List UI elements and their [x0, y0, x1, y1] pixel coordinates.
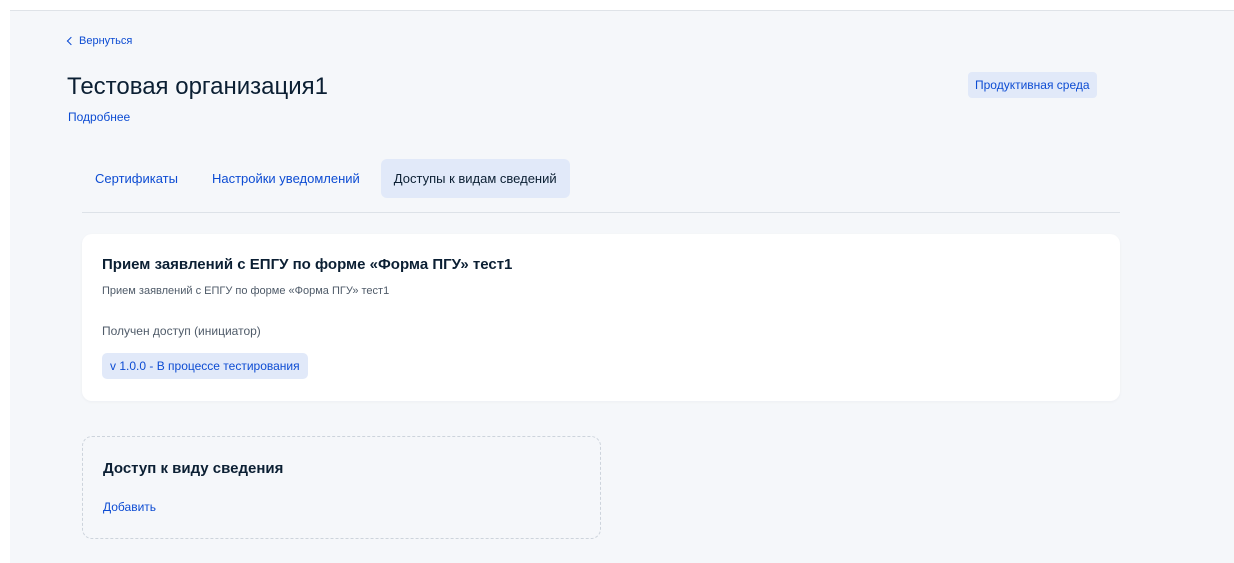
add-access-card: Доступ к виду сведения Добавить [82, 436, 601, 539]
add-link[interactable]: Добавить [103, 500, 156, 514]
tab-data-type-access[interactable]: Доступы к видам сведений [380, 159, 570, 198]
data-type-card: Прием заявлений с ЕПГУ по форме «Форма П… [82, 234, 1120, 401]
access-status: Получен доступ (инициатор) [102, 324, 261, 338]
tab-certificates[interactable]: Сертификаты [82, 159, 191, 198]
page-content: Вернуться Тестовая организация1 Подробне… [10, 10, 1234, 563]
back-link[interactable]: Вернуться [66, 35, 133, 47]
chevron-left-icon [66, 36, 76, 46]
page-title: Тестовая организация1 [67, 73, 328, 100]
add-card-title: Доступ к виду сведения [103, 460, 284, 477]
tab-notification-settings[interactable]: Настройки уведомлений [199, 159, 373, 198]
tab-bar: Сертификаты Настройки уведомлений Доступ… [82, 159, 570, 198]
card-title: Прием заявлений с ЕПГУ по форме «Форма П… [102, 256, 513, 273]
environment-badge: Продуктивная среда [968, 72, 1097, 98]
tabs-divider [82, 212, 1120, 213]
back-link-label: Вернуться [79, 35, 133, 47]
version-tag[interactable]: v 1.0.0 - В процессе тестирования [102, 353, 308, 379]
details-link[interactable]: Подробнее [68, 110, 130, 124]
card-subtitle: Прием заявлений с ЕПГУ по форме «Форма П… [102, 285, 390, 297]
